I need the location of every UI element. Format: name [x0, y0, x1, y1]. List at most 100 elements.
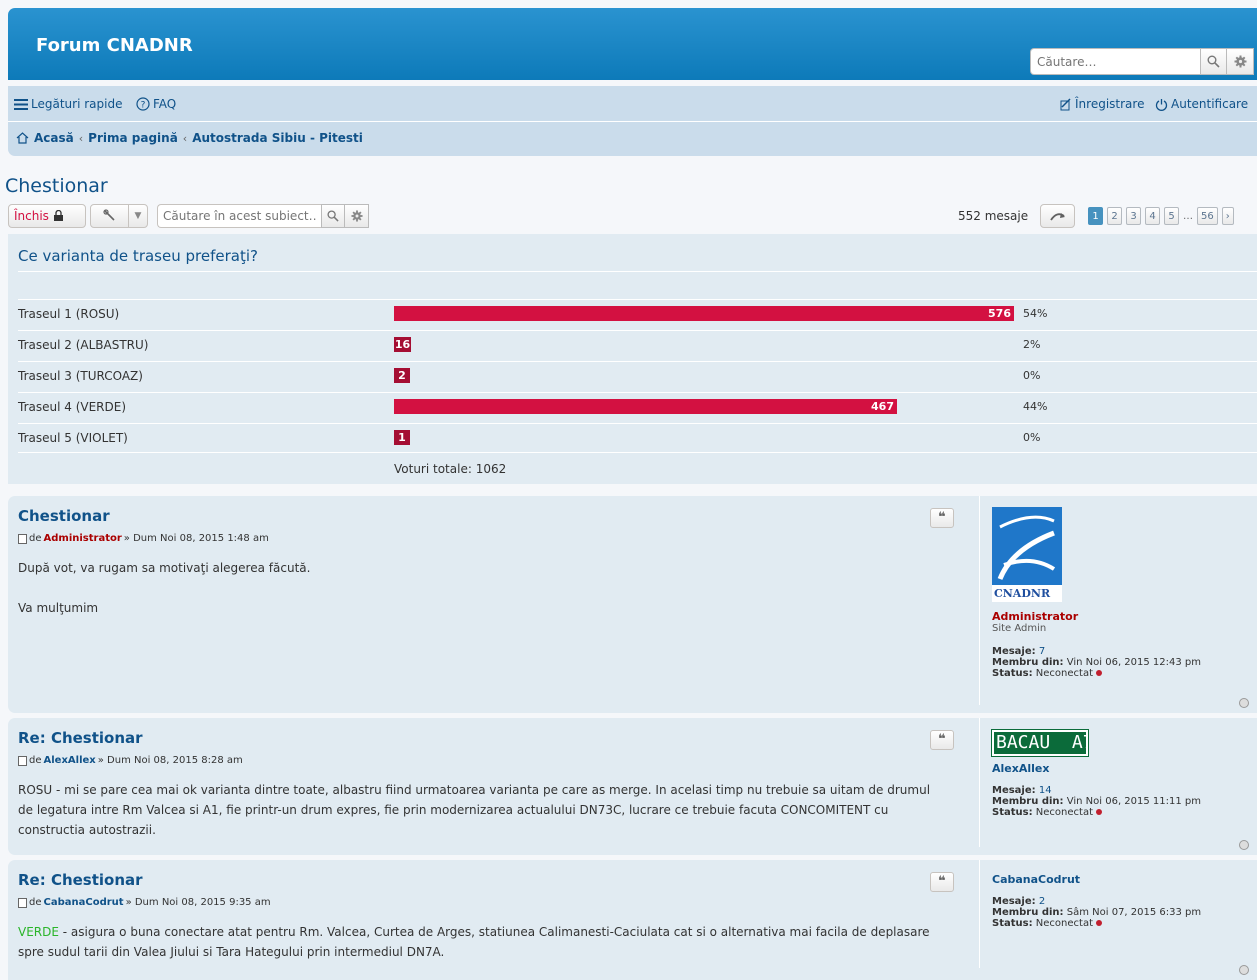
- advanced-search-button[interactable]: [1227, 48, 1254, 75]
- login-link[interactable]: Autentificare: [1155, 97, 1248, 111]
- register-link[interactable]: Înregistrare: [1058, 97, 1144, 111]
- chevron-left-icon: ‹: [182, 131, 188, 145]
- page-link[interactable]: 5: [1164, 207, 1179, 225]
- post-author[interactable]: CabanaCodrut: [44, 897, 124, 908]
- poll-option-label: Traseul 5 (VIOLET): [18, 431, 128, 445]
- post-title[interactable]: Re: Chestionar: [18, 729, 143, 747]
- quick-links-label: Legături rapide: [31, 97, 123, 111]
- navbar-top-row: Legături rapide ? FAQ Înregistrare Auten…: [8, 86, 1257, 122]
- poll-percent: 44%: [1023, 400, 1048, 413]
- gear-icon: [1234, 55, 1246, 68]
- avatar[interactable]: CNADNR: [992, 507, 1062, 602]
- poll-option: Traseul 2 (ALBASTRU) 16 2%: [18, 330, 1257, 360]
- poll-option-label: Traseul 2 (ALBASTRU): [18, 338, 149, 352]
- next-page-button[interactable]: ›: [1221, 207, 1234, 225]
- pencil-icon: [1060, 97, 1071, 110]
- poll-total-row: [18, 452, 1257, 482]
- profile-posts: Mesaje: 7: [992, 646, 1046, 657]
- poll-percent: 54%: [1023, 307, 1048, 320]
- post-content: După vot, va rugam sa motivaţi alegerea …: [18, 558, 948, 618]
- profile-rank: Site Admin: [992, 623, 1047, 634]
- breadcrumb-forum[interactable]: Autostrada Sibiu - Pitesti: [192, 131, 363, 145]
- breadcrumb: Acasă ‹ Prima pagină ‹ Autostrada Sibiu …: [16, 131, 363, 145]
- breadcrumb-index[interactable]: Prima pagină: [88, 131, 178, 145]
- post-by: de: [29, 755, 42, 766]
- topic-advanced-search-button[interactable]: [345, 204, 369, 228]
- post-by: de: [29, 533, 42, 544]
- topic-search-button[interactable]: [321, 204, 345, 228]
- profile-joined: Membru din: Sâm Noi 07, 2015 6:33 pm: [992, 907, 1202, 918]
- offline-icon: [1096, 670, 1102, 676]
- header-search: [1030, 48, 1257, 75]
- post-profile: BACAU A7 AlexAllex Mesaje: 14 Membru din…: [979, 718, 1201, 847]
- faq-label: FAQ: [153, 97, 177, 111]
- profile-status: Status: Neconectat: [992, 668, 1201, 679]
- profile-joined: Membru din: Vin Noi 06, 2015 12:43 pm: [992, 657, 1202, 668]
- wrench-icon: [102, 209, 115, 221]
- breadcrumb-home[interactable]: Acasă: [34, 131, 74, 145]
- poll-percent: 0%: [1023, 369, 1041, 382]
- site-title[interactable]: Forum CNADNR: [36, 35, 193, 56]
- poll-option: Traseul 5 (VIOLET) 1 0%: [18, 423, 1257, 453]
- poll-panel: Ce varianta de traseu preferaţi? Traseul…: [8, 234, 1257, 484]
- post-icon: [18, 755, 27, 766]
- back-to-top-icon[interactable]: [1239, 840, 1249, 850]
- jump-to-page-button[interactable]: [1040, 204, 1075, 228]
- poll-option-label: Traseul 1 (ROSU): [18, 307, 120, 321]
- gear-icon: [350, 210, 363, 222]
- search-button[interactable]: [1200, 48, 1227, 75]
- profile-status: Status: Neconectat: [992, 807, 1201, 818]
- faq-link[interactable]: ? FAQ: [136, 97, 176, 111]
- post-text: - asigura o buna conectare atat pentru R…: [18, 925, 930, 959]
- page-link[interactable]: 4: [1145, 207, 1160, 225]
- search-icon: [1207, 55, 1220, 68]
- profile-name[interactable]: Administrator: [992, 610, 1201, 623]
- topic-tools-button[interactable]: ▼: [90, 204, 148, 228]
- post-meta: de Administrator » Dum Noi 08, 2015 1:48…: [18, 533, 269, 544]
- post-title[interactable]: Re: Chestionar: [18, 871, 143, 889]
- page-link[interactable]: 56: [1197, 207, 1218, 225]
- quote-button[interactable]: ❝: [930, 872, 954, 892]
- lock-icon: [53, 210, 63, 221]
- page-link[interactable]: 3: [1126, 207, 1141, 225]
- profile-name[interactable]: CabanaCodrut: [992, 873, 1201, 886]
- poll-option: Traseul 3 (TURCOAZ) 2 0%: [18, 361, 1257, 391]
- profile-name[interactable]: AlexAllex: [992, 762, 1201, 775]
- topic-action-bar: Închis ▼ 552 mesaje 1 2 3 4 5 … 56 ›: [8, 204, 1257, 228]
- post-author[interactable]: Administrator: [44, 533, 122, 544]
- pagination: 1 2 3 4 5 … 56 ›: [1088, 207, 1234, 225]
- quick-links-menu[interactable]: Legături rapide: [14, 97, 122, 111]
- post-meta: de CabanaCodrut » Dum Noi 08, 2015 9:35 …: [18, 897, 271, 908]
- locked-button[interactable]: Închis: [8, 204, 86, 228]
- post-by: de: [29, 897, 42, 908]
- topic-search-input[interactable]: [157, 204, 321, 228]
- poll-option-label: Traseul 3 (TURCOAZ): [18, 369, 143, 383]
- post-date: » Dum Noi 08, 2015 8:28 am: [97, 755, 243, 766]
- back-to-top-icon[interactable]: [1239, 698, 1249, 708]
- search-icon: [327, 210, 339, 222]
- post: Re: Chestionar de AlexAllex » Dum Noi 08…: [8, 718, 1257, 855]
- quote-button[interactable]: ❝: [930, 508, 954, 528]
- poll-bar: 467: [394, 399, 897, 414]
- poll-question: Ce varianta de traseu preferaţi?: [18, 247, 258, 265]
- post: Chestionar de Administrator » Dum Noi 08…: [8, 496, 1257, 713]
- back-to-top-icon[interactable]: [1239, 965, 1249, 975]
- quote-button[interactable]: ❝: [930, 730, 954, 750]
- post-author[interactable]: AlexAllex: [44, 755, 96, 766]
- login-label: Autentificare: [1171, 97, 1249, 111]
- post-date: » Dum Noi 08, 2015 1:48 am: [123, 533, 269, 544]
- post-text: După vot, va rugam sa motivaţi alegerea …: [18, 561, 311, 575]
- post-title[interactable]: Chestionar: [18, 507, 110, 525]
- poll-bar: 576: [394, 306, 1014, 321]
- post-text: ROSU - mi se pare cea mai ok varianta di…: [18, 783, 931, 837]
- post-highlight: VERDE: [18, 925, 59, 939]
- profile-posts: Mesaje: 14: [992, 785, 1052, 796]
- avatar[interactable]: BACAU A7: [991, 729, 1089, 757]
- page-link[interactable]: 2: [1107, 207, 1122, 225]
- svg-text:?: ?: [141, 101, 146, 111]
- post-icon: [18, 897, 27, 908]
- topic-title[interactable]: Chestionar: [5, 175, 108, 197]
- header-search-input[interactable]: [1030, 48, 1200, 75]
- page-link[interactable]: 1: [1088, 207, 1103, 225]
- post: Re: Chestionar de CabanaCodrut » Dum Noi…: [8, 860, 1257, 980]
